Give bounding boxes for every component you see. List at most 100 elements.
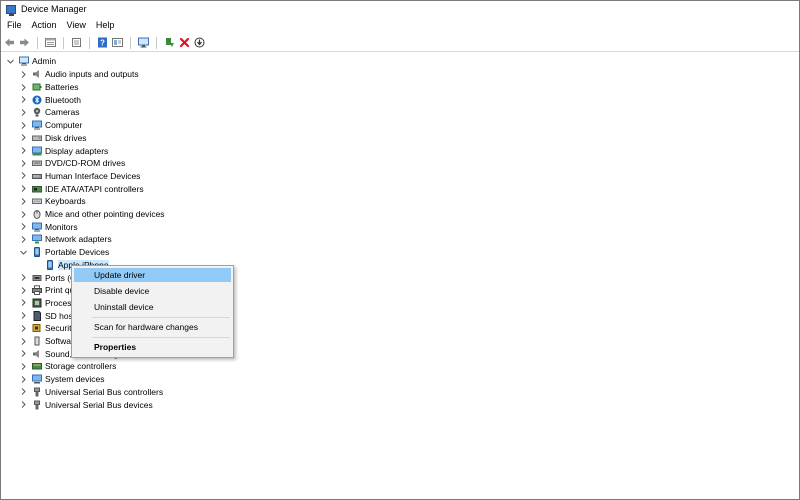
chevron-right-icon[interactable] [19, 184, 28, 193]
back-icon[interactable] [3, 36, 16, 49]
tree-item-portable-devices[interactable]: Portable Devices [19, 246, 109, 259]
update-driver-icon[interactable] [163, 36, 176, 49]
menu-action[interactable]: Action [28, 20, 61, 30]
chevron-right-icon[interactable] [19, 222, 28, 231]
tree-item-computer[interactable]: Computer [19, 119, 82, 132]
printer-icon [32, 285, 42, 296]
tree-item-cameras[interactable]: Cameras [19, 106, 79, 119]
tree-item-mice[interactable]: Mice and other pointing devices [19, 208, 165, 221]
tree-item-batteries[interactable]: Batteries [19, 81, 79, 94]
show-hidden-icon[interactable] [70, 36, 83, 49]
tree-item-bluetooth[interactable]: Bluetooth [19, 93, 81, 106]
menu-item-label: Uninstall device [94, 302, 154, 312]
help-icon[interactable]: ? [96, 36, 109, 49]
svg-text:?: ? [100, 39, 105, 48]
chevron-right-icon[interactable] [19, 171, 28, 180]
tree-root-label: Admin [32, 56, 57, 67]
menu-item-uninstall-device[interactable]: Uninstall device [74, 300, 231, 314]
menu-separator [92, 337, 230, 338]
chevron-right-icon[interactable] [19, 298, 28, 307]
tree-item-usb-devices[interactable]: Universal Serial Bus devices [19, 398, 153, 411]
menu-file[interactable]: File [3, 20, 26, 30]
system-device-icon [32, 374, 42, 384]
chevron-right-icon[interactable] [19, 311, 28, 320]
tree-item-network[interactable]: Network adapters [19, 233, 112, 246]
chevron-right-icon[interactable] [19, 387, 28, 396]
chevron-right-icon[interactable] [19, 210, 28, 219]
tree-item-system[interactable]: System devices [19, 373, 105, 386]
tree-item-monitors[interactable]: Monitors [19, 220, 78, 233]
tree-root[interactable]: Admin [6, 55, 56, 68]
tree-item-usb-controllers[interactable]: Universal Serial Bus controllers [19, 386, 163, 399]
security-device-icon [32, 323, 42, 333]
view-icon[interactable] [111, 36, 124, 49]
monitor-icon [32, 222, 42, 232]
chevron-down-icon[interactable] [6, 57, 15, 66]
tree-item-ide[interactable]: IDE ATA/ATAPI controllers [19, 182, 144, 195]
chevron-right-icon[interactable] [19, 235, 28, 244]
tree-item-dvd-drives[interactable]: DVD/CD-ROM drives [19, 157, 125, 170]
speaker-icon [32, 69, 42, 79]
toolbar-separator [156, 36, 157, 49]
title-bar: Device Manager [1, 1, 799, 17]
tree-item-hid[interactable]: Human Interface Devices [19, 170, 140, 183]
display-adapter-icon [32, 146, 42, 156]
menu-item-properties[interactable]: Properties [74, 340, 231, 354]
chevron-right-icon[interactable] [19, 273, 28, 282]
tree-item-storage[interactable]: Storage controllers [19, 360, 116, 373]
chevron-right-icon[interactable] [19, 286, 28, 295]
sd-card-icon [32, 310, 42, 321]
menu-item-update-driver[interactable]: Update driver [74, 268, 231, 282]
chevron-right-icon[interactable] [19, 362, 28, 371]
chevron-right-icon[interactable] [19, 375, 28, 384]
tree-item-keyboards[interactable]: Keyboards [19, 195, 86, 208]
usb-icon [32, 400, 42, 410]
tree-item-label: Portable Devices [45, 247, 110, 258]
chevron-right-icon[interactable] [19, 108, 28, 117]
download-icon[interactable] [193, 36, 206, 49]
chevron-right-icon[interactable] [19, 95, 28, 104]
menu-item-label: Scan for hardware changes [94, 322, 198, 332]
monitor-icon[interactable] [137, 36, 150, 49]
tree-item-audio[interactable]: Audio inputs and outputs [19, 68, 139, 81]
menu-item-scan-hardware[interactable]: Scan for hardware changes [74, 320, 231, 334]
speaker-icon [32, 349, 42, 359]
tree-item-label: Cameras [45, 107, 80, 118]
menu-item-disable-device[interactable]: Disable device [74, 284, 231, 298]
tree-item-label: Audio inputs and outputs [45, 69, 139, 80]
chevron-right-icon[interactable] [19, 197, 28, 206]
properties-icon[interactable] [44, 36, 57, 49]
processor-icon [32, 298, 42, 308]
tree-item-label: Display adapters [45, 145, 109, 156]
chevron-right-icon[interactable] [19, 83, 28, 92]
forward-icon[interactable] [18, 36, 31, 49]
tree-item-label: Universal Serial Bus devices [45, 399, 153, 410]
menu-bar: File Action View Help [1, 17, 799, 33]
toolbar-separator [63, 36, 64, 49]
disk-drive-icon [32, 133, 42, 143]
tree-item-label: DVD/CD-ROM drives [45, 158, 126, 169]
menu-item-label: Disable device [94, 286, 150, 296]
menu-item-label: Update driver [94, 270, 146, 280]
toolbar: ? [1, 34, 799, 52]
tree-item-display-adapters[interactable]: Display adapters [19, 144, 108, 157]
chevron-right-icon[interactable] [19, 349, 28, 358]
tree-item-disk-drives[interactable]: Disk drives [19, 132, 87, 145]
toolbar-separator [89, 36, 90, 49]
chevron-right-icon[interactable] [19, 324, 28, 333]
menu-view[interactable]: View [63, 20, 90, 30]
chevron-right-icon[interactable] [19, 70, 28, 79]
chevron-right-icon[interactable] [19, 146, 28, 155]
monitor-icon [32, 120, 42, 130]
chevron-right-icon[interactable] [19, 121, 28, 130]
uninstall-icon[interactable] [178, 36, 191, 49]
chevron-down-icon[interactable] [19, 248, 28, 257]
chevron-right-icon[interactable] [19, 159, 28, 168]
tree-item-label: Network adapters [45, 234, 112, 245]
chevron-right-icon[interactable] [19, 133, 28, 142]
chevron-right-icon[interactable] [19, 400, 28, 409]
chevron-right-icon[interactable] [19, 337, 28, 346]
menu-help[interactable]: Help [92, 20, 119, 30]
tree-item-label: Mice and other pointing devices [45, 209, 165, 220]
controller-icon [32, 184, 42, 194]
